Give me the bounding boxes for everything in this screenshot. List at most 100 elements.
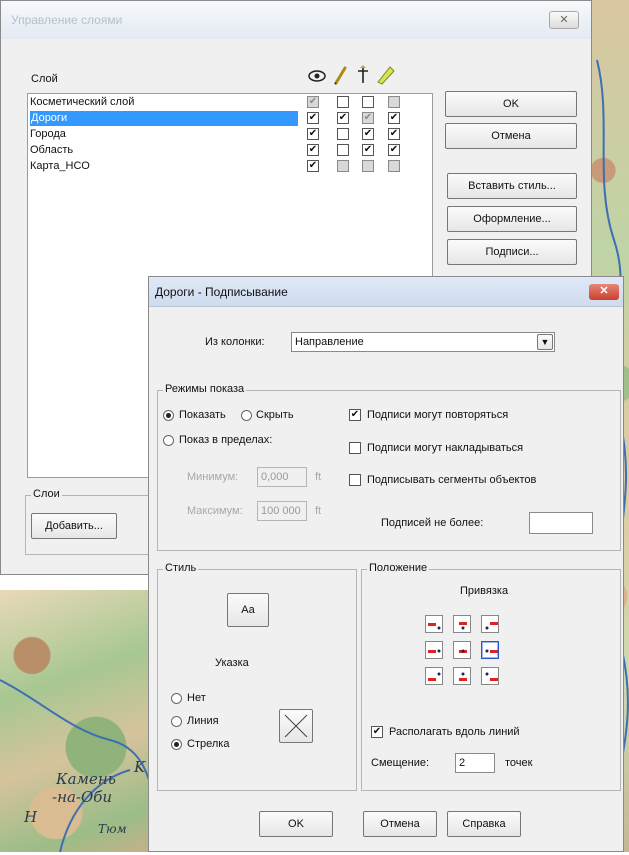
autolabel-checkbox-map-nso[interactable] bbox=[388, 160, 400, 172]
callout-style-button[interactable] bbox=[279, 709, 313, 743]
selectable-checkbox-region[interactable]: ✔ bbox=[362, 144, 374, 156]
style-group-label: Стиль bbox=[163, 562, 199, 574]
anchor-middle-right[interactable] bbox=[481, 641, 499, 659]
selectable-checkbox-roads[interactable]: ✔ bbox=[362, 112, 374, 124]
label-ok-button[interactable]: OK bbox=[259, 811, 333, 837]
min-zoom-field[interactable]: 0,000 bbox=[257, 467, 307, 487]
autolabel-checkbox-cosmetic[interactable] bbox=[388, 96, 400, 108]
layer-dialog-title: Управление слоями bbox=[11, 13, 123, 27]
labeling-dialog-titlebar: Дороги - Подписывание ✕ bbox=[149, 277, 623, 307]
visible-checkbox-cities[interactable]: ✔ bbox=[307, 128, 319, 140]
layer-dialog-titlebar: Управление слоями ✕ bbox=[1, 1, 591, 39]
hide-radio-label: Скрыть bbox=[256, 409, 294, 421]
anchor-middle-left[interactable] bbox=[425, 641, 443, 659]
anchor-top-right-icon bbox=[485, 622, 498, 630]
column-select[interactable]: Направление bbox=[291, 332, 555, 352]
layers-group-label: Слои bbox=[31, 488, 62, 500]
selectable-checkbox-cosmetic[interactable] bbox=[362, 96, 374, 108]
cancel-button[interactable]: Отмена bbox=[445, 123, 577, 149]
layer-dialog-close-button[interactable]: ✕ bbox=[549, 11, 579, 29]
label-segments-label: Подписывать сегменты объектов bbox=[367, 474, 537, 486]
label-cancel-button[interactable]: Отмена bbox=[363, 811, 437, 837]
callout-label: Указка bbox=[215, 657, 249, 669]
layer-item-map-nso[interactable]: Карта_НСО bbox=[30, 159, 90, 174]
visible-checkbox-roads[interactable]: ✔ bbox=[307, 112, 319, 124]
column-select-value: Направление bbox=[295, 336, 364, 348]
callout-arrow-radio[interactable] bbox=[171, 739, 182, 750]
callout-none-radio[interactable] bbox=[171, 693, 182, 704]
close-icon: ✕ bbox=[559, 14, 569, 26]
callout-line-label: Линия bbox=[187, 715, 219, 727]
layer-item-cities[interactable]: Города bbox=[30, 127, 66, 142]
editable-checkbox-cities[interactable] bbox=[337, 128, 349, 140]
map-label-tyum: Тюм bbox=[98, 822, 127, 836]
map-label-k: K bbox=[134, 758, 146, 776]
visible-checkbox-region[interactable]: ✔ bbox=[307, 144, 319, 156]
anchor-bottom-left[interactable] bbox=[425, 667, 443, 685]
column-label: Из колонки: bbox=[205, 336, 265, 348]
labels-button[interactable]: Подписи... bbox=[447, 239, 577, 265]
autolabel-checkbox-region[interactable]: ✔ bbox=[388, 144, 400, 156]
in-range-radio[interactable] bbox=[163, 435, 174, 446]
allow-duplicates-checkbox[interactable]: ✔ bbox=[349, 409, 361, 421]
anchor-bottom-right-icon bbox=[485, 672, 498, 681]
map-background-left: Камень -на-Оби Тюм Н K bbox=[0, 590, 161, 853]
display-button[interactable]: Оформление... bbox=[447, 206, 577, 232]
callout-line-radio[interactable] bbox=[171, 716, 182, 727]
ok-button[interactable]: OK bbox=[445, 91, 577, 117]
allow-overlap-checkbox[interactable] bbox=[349, 442, 361, 454]
in-range-radio-label: Показ в пределах: bbox=[179, 434, 273, 446]
anchor-top-left[interactable] bbox=[425, 615, 443, 633]
max-labels-field[interactable] bbox=[529, 512, 593, 534]
map-label-n: Н bbox=[24, 808, 38, 826]
selectable-checkbox-cities[interactable]: ✔ bbox=[362, 128, 374, 140]
hide-radio[interactable] bbox=[241, 410, 252, 421]
layer-list-header: Слой bbox=[31, 73, 58, 85]
max-zoom-label: Максимум: bbox=[187, 505, 243, 517]
label-segments-checkbox[interactable] bbox=[349, 474, 361, 486]
editable-checkbox-cosmetic[interactable] bbox=[337, 96, 349, 108]
offset-unit: точек bbox=[505, 757, 533, 769]
autolabel-checkbox-cities[interactable]: ✔ bbox=[388, 128, 400, 140]
anchor-top-center[interactable] bbox=[453, 615, 471, 633]
anchor-center-icon bbox=[459, 649, 467, 653]
anchor-bottom-left-icon bbox=[428, 672, 441, 681]
editable-checkbox-region[interactable] bbox=[337, 144, 349, 156]
visible-checkbox-cosmetic[interactable]: ✔ bbox=[307, 96, 319, 108]
layer-item-region[interactable]: Область bbox=[30, 143, 73, 158]
paste-style-button[interactable]: Вставить стиль... bbox=[447, 173, 577, 199]
visible-checkbox-map-nso[interactable]: ✔ bbox=[307, 160, 319, 172]
editable-checkbox-roads[interactable]: ✔ bbox=[337, 112, 349, 124]
anchor-bottom-center[interactable] bbox=[453, 667, 471, 685]
along-lines-label: Располагать вдоль линий bbox=[389, 726, 520, 738]
pointer-icon bbox=[358, 65, 368, 83]
selectable-checkbox-map-nso[interactable] bbox=[362, 160, 374, 172]
autolabel-checkbox-roads[interactable]: ✔ bbox=[388, 112, 400, 124]
anchor-bottom-right[interactable] bbox=[481, 667, 499, 685]
offset-label: Смещение: bbox=[371, 757, 430, 769]
font-style-button[interactable]: Аа bbox=[227, 593, 269, 627]
labeling-dialog-close-button[interactable]: ✕ bbox=[589, 284, 619, 300]
show-radio-label: Показать bbox=[179, 409, 226, 421]
min-zoom-label: Минимум: bbox=[187, 471, 239, 483]
layer-item-cosmetic[interactable]: Косметический слой bbox=[30, 95, 134, 110]
chevron-down-icon[interactable]: ▼ bbox=[537, 334, 553, 350]
anchor-middle-left-icon bbox=[428, 649, 441, 653]
labeling-dialog: Дороги - Подписывание ✕ Из колонки: Напр… bbox=[148, 276, 624, 852]
show-radio[interactable] bbox=[163, 410, 174, 421]
max-zoom-field[interactable]: 100 000 bbox=[257, 501, 307, 521]
max-labels-label: Подписей не более: bbox=[381, 517, 484, 529]
add-layer-button[interactable]: Добавить... bbox=[31, 513, 117, 539]
along-lines-checkbox[interactable]: ✔ bbox=[371, 726, 383, 738]
label-tag-icon bbox=[377, 66, 395, 85]
anchor-top-left-icon bbox=[428, 623, 441, 630]
layer-item-roads[interactable]: Дороги bbox=[30, 111, 298, 126]
help-button[interactable]: Справка bbox=[447, 811, 521, 837]
anchor-center[interactable] bbox=[453, 641, 471, 659]
editable-checkbox-map-nso[interactable] bbox=[337, 160, 349, 172]
close-icon: ✕ bbox=[599, 285, 609, 297]
map-label-na-obi: -на-Оби bbox=[52, 788, 113, 806]
labeling-dialog-title: Дороги - Подписывание bbox=[155, 285, 288, 299]
anchor-top-right[interactable] bbox=[481, 615, 499, 633]
offset-field[interactable]: 2 bbox=[455, 753, 495, 773]
